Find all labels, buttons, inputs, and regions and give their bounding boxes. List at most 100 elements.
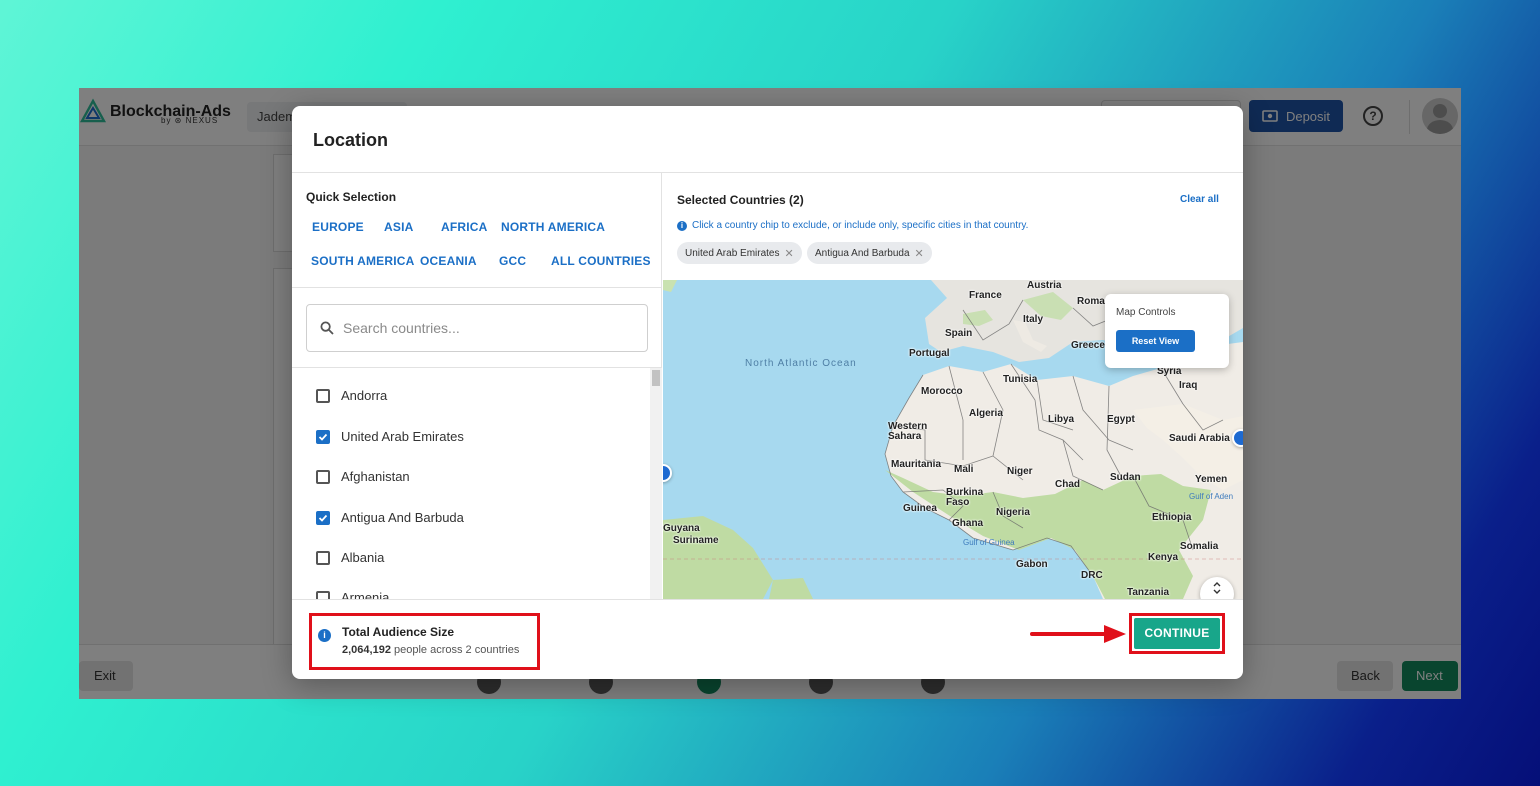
country-picker-pane: Quick Selection EUROPE ASIA AFRICA NORTH… <box>292 173 662 599</box>
map-label: Niger <box>1007 466 1033 477</box>
continue-highlight: CONTINUE <box>1129 613 1225 654</box>
map-label: Tunisia <box>1003 374 1038 385</box>
region-europe[interactable]: EUROPE <box>312 220 364 234</box>
map-label: Libya <box>1048 414 1075 425</box>
map-label: Ghana <box>952 518 984 529</box>
map-label: Saudi Arabia <box>1169 433 1230 444</box>
country-list: Andorra United Arab Emirates Afghanistan… <box>292 368 650 599</box>
checkbox[interactable] <box>316 590 330 599</box>
map-label: Mali <box>954 464 974 475</box>
map-label: DRC <box>1081 570 1103 581</box>
region-south-america[interactable]: SOUTH AMERICA <box>311 254 415 268</box>
map-label: Morocco <box>921 386 963 397</box>
map-label: Yemen <box>1195 474 1228 485</box>
map-controls-title: Map Controls <box>1116 307 1176 318</box>
map-label: Algeria <box>969 408 1003 419</box>
map-label: Guinea <box>903 503 937 514</box>
map-label: France <box>969 290 1002 301</box>
chip-label: Antigua And Barbuda <box>815 247 910 259</box>
map-label: Gabon <box>1016 559 1048 570</box>
map-label: Western Sahara <box>888 421 928 442</box>
hint: i Click a country chip to exclude, or in… <box>677 220 1028 231</box>
check-icon <box>318 514 328 522</box>
country-row-united-arab-emirates[interactable]: United Arab Emirates <box>316 429 464 444</box>
selected-countries-title: Selected Countries (2) <box>677 193 804 207</box>
checkbox-checked[interactable] <box>316 429 330 444</box>
map-label: Kenya <box>1148 552 1179 563</box>
country-label: Armenia <box>341 590 390 599</box>
country-label: Andorra <box>341 388 388 403</box>
hint-text: Click a country chip to exclude, or incl… <box>692 220 1029 231</box>
map-label: Sudan <box>1110 472 1141 483</box>
scrollbar-thumb[interactable] <box>652 370 660 386</box>
map-label: Chad <box>1055 479 1080 490</box>
ocean-label: North Atlantic Ocean <box>745 358 857 369</box>
country-row-antigua-and-barbuda[interactable]: Antigua And Barbuda <box>316 510 464 525</box>
close-icon[interactable]: ✕ <box>915 247 924 260</box>
search-box[interactable] <box>306 304 648 352</box>
country-label: Antigua And Barbuda <box>341 510 464 525</box>
water-label: Gulf of Aden <box>1189 492 1234 501</box>
modal-footer: i Total Audience Size 2,064,192 people a… <box>292 599 1243 679</box>
map-label: Greece <box>1071 340 1105 351</box>
map-label: Suriname <box>673 535 719 546</box>
audience-size-panel: i Total Audience Size 2,064,192 people a… <box>309 613 540 670</box>
close-icon[interactable]: ✕ <box>785 247 794 260</box>
region-gcc[interactable]: GCC <box>499 254 526 268</box>
scrollbar[interactable] <box>650 368 662 599</box>
map-marker[interactable] <box>1232 429 1243 447</box>
map-label: Roma <box>1077 296 1105 307</box>
info-icon: i <box>677 220 687 231</box>
checkbox[interactable] <box>316 469 330 484</box>
region-north-america[interactable]: NORTH AMERICA <box>501 220 605 234</box>
checkbox[interactable] <box>316 388 330 403</box>
map-label: Somalia <box>1180 541 1219 552</box>
country-row-armenia[interactable]: Armenia <box>316 590 389 599</box>
water-label: Gulf of Guinea <box>963 538 1015 547</box>
location-modal: Location Quick Selection EUROPE ASIA AFR… <box>292 106 1243 679</box>
country-label: United Arab Emirates <box>341 429 464 444</box>
check-icon <box>318 433 328 441</box>
region-all-countries[interactable]: ALL COUNTRIES <box>551 254 651 268</box>
audience-summary: 2,064,192 people across 2 countries <box>342 644 519 656</box>
map-label: Egypt <box>1107 414 1135 425</box>
map-label: Italy <box>1023 314 1044 325</box>
map-label: Ethiopia <box>1152 512 1192 523</box>
map-label: Tanzania <box>1127 587 1170 598</box>
search-input[interactable] <box>343 317 633 339</box>
reset-view-button[interactable]: Reset View <box>1116 330 1195 352</box>
map-label: Iraq <box>1179 380 1198 391</box>
map-label: Austria <box>1027 280 1062 291</box>
audience-title: Total Audience Size <box>342 625 455 639</box>
continue-button[interactable]: CONTINUE <box>1134 618 1220 649</box>
map-label: Spain <box>945 328 973 339</box>
info-icon: i <box>318 629 331 642</box>
country-chip-antigua-and-barbuda[interactable]: Antigua And Barbuda ✕ <box>807 242 932 264</box>
selected-countries-pane: Selected Countries (2) Clear all i Click… <box>663 173 1243 599</box>
chip-label: United Arab Emirates <box>685 247 780 259</box>
region-oceania[interactable]: OCEANIA <box>420 254 477 268</box>
checkbox-checked[interactable] <box>316 510 330 525</box>
quick-selection-title: Quick Selection <box>306 190 397 204</box>
divider <box>292 287 662 288</box>
audience-suffix: people across 2 countries <box>394 644 520 656</box>
region-africa[interactable]: AFRICA <box>441 220 488 234</box>
region-asia[interactable]: ASIA <box>384 220 413 234</box>
map-label: Guyana <box>663 523 700 534</box>
country-chip-united-arab-emirates[interactable]: United Arab Emirates ✕ <box>677 242 802 264</box>
map-label: Portugal <box>909 348 950 359</box>
country-row-andorra[interactable]: Andorra <box>316 388 387 403</box>
audience-count: 2,064,192 <box>342 644 391 656</box>
map-label: Burkina Faso <box>946 487 984 508</box>
modal-title: Location <box>313 130 388 150</box>
clear-all-button[interactable]: Clear all <box>1180 194 1219 205</box>
checkbox[interactable] <box>316 550 330 565</box>
arrow-right-icon <box>1030 625 1126 643</box>
search-icon <box>320 321 334 335</box>
country-row-afghanistan[interactable]: Afghanistan <box>316 469 410 484</box>
map-controls-panel: Map Controls Reset View <box>1105 294 1229 368</box>
map[interactable]: North Atlantic Ocean France Austria Roma… <box>663 280 1243 599</box>
map-label: Nigeria <box>996 507 1030 518</box>
country-row-albania[interactable]: Albania <box>316 550 384 565</box>
country-label: Albania <box>341 550 385 565</box>
